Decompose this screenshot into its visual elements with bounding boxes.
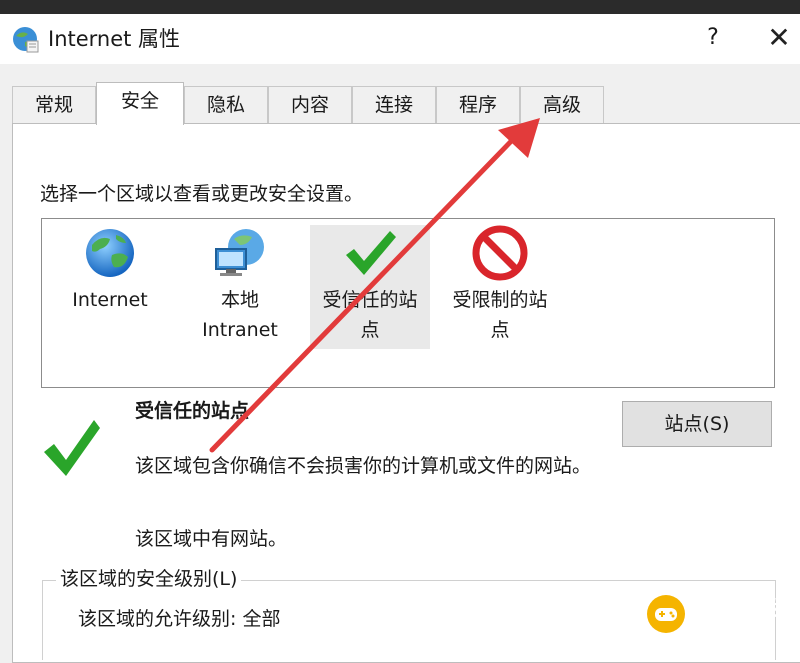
- sites-button[interactable]: 站点(S): [622, 401, 772, 447]
- zone-prompt: 选择一个区域以查看或更改安全设置。: [40, 183, 364, 205]
- tab-strip: 常规 安全 隐私 内容 连接 程序 高级: [12, 82, 792, 125]
- allowed-level-text: 该区域的允许级别: 全部: [78, 608, 281, 630]
- tab-content[interactable]: 内容: [268, 86, 352, 123]
- window-title: Internet 属性: [48, 27, 181, 51]
- tab-programs[interactable]: 程序: [436, 86, 520, 123]
- tab-general[interactable]: 常规: [12, 86, 96, 123]
- internet-options-icon: [13, 27, 39, 53]
- tab-security[interactable]: 安全: [96, 82, 184, 125]
- zone-local-intranet[interactable]: 本地 Intranet: [180, 225, 300, 345]
- no-entry-icon: [472, 225, 528, 281]
- zone-label: Internet: [72, 289, 148, 311]
- selected-zone-description: 该区域包含你确信不会损害你的计算机或文件的网站。: [135, 455, 592, 477]
- close-button[interactable]: ✕: [758, 14, 800, 64]
- security-level-legend: 该区域的安全级别(L): [56, 566, 242, 592]
- zone-label: 本地 Intranet: [202, 289, 278, 341]
- selected-zone-note: 该区域中有网站。: [135, 528, 288, 550]
- top-dark-strip: [0, 0, 800, 14]
- gamepad-logo-icon: [647, 595, 685, 633]
- zone-label: 受限制的站 点: [452, 289, 548, 341]
- globe-icon: [86, 229, 134, 277]
- zone-list: Internet 本地 Intranet 受信任的站 点 受限制的站 点: [41, 218, 775, 388]
- zone-label: 受信任的站 点: [322, 289, 418, 341]
- selected-zone-title: 受信任的站点: [135, 400, 250, 422]
- tab-privacy[interactable]: 隐私: [184, 86, 268, 123]
- zone-trusted-sites[interactable]: 受信任的站 点: [310, 225, 430, 349]
- help-button[interactable]: ?: [690, 14, 736, 64]
- zone-restricted-sites[interactable]: 受限制的站 点: [440, 225, 560, 345]
- watermark: DVG游戏网 www.dvg.com: [646, 592, 796, 644]
- selected-zone-check-icon: [44, 420, 100, 476]
- watermark-url: www.dvg.com: [696, 621, 770, 631]
- network-icon: [215, 229, 264, 276]
- tab-advanced[interactable]: 高级: [520, 86, 604, 123]
- zone-internet[interactable]: Internet: [50, 225, 170, 315]
- title-bar: Internet 属性 ? ✕: [0, 14, 800, 64]
- watermark-text: DVG游戏网: [690, 596, 779, 644]
- tab-connections[interactable]: 连接: [352, 86, 436, 123]
- check-icon: [346, 231, 396, 275]
